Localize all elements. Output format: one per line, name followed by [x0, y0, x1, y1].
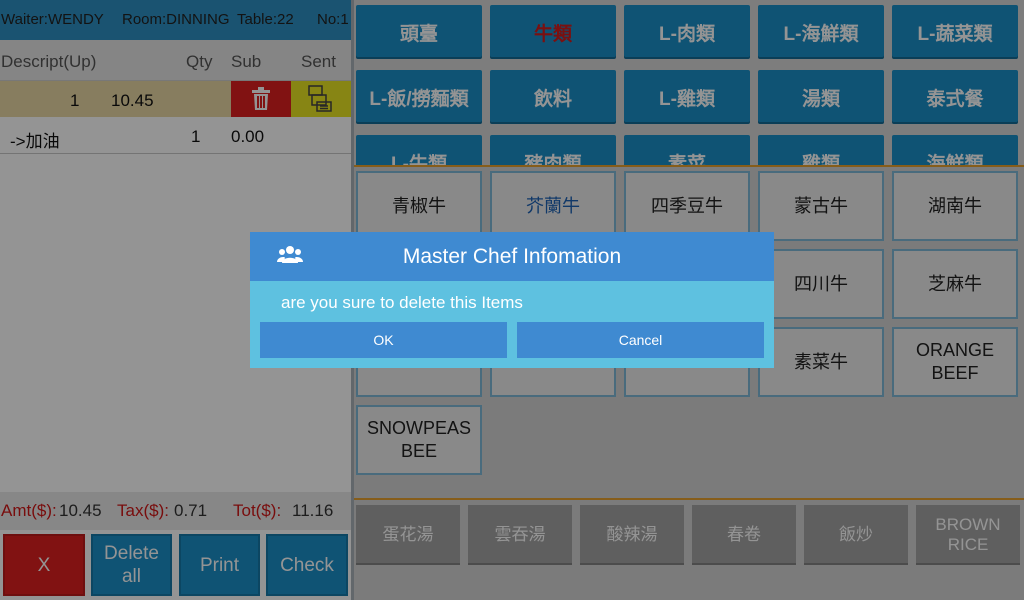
- dialog-header: Master Chef Infomation: [250, 232, 774, 281]
- ok-button[interactable]: OK: [260, 322, 507, 358]
- dialog-title: Master Chef Infomation: [402, 245, 622, 268]
- cancel-button[interactable]: Cancel: [517, 322, 764, 358]
- confirm-delete-dialog: Master Chef Infomation are you sure to d…: [250, 232, 774, 368]
- dialog-message: are you sure to delete this Items: [281, 293, 523, 312]
